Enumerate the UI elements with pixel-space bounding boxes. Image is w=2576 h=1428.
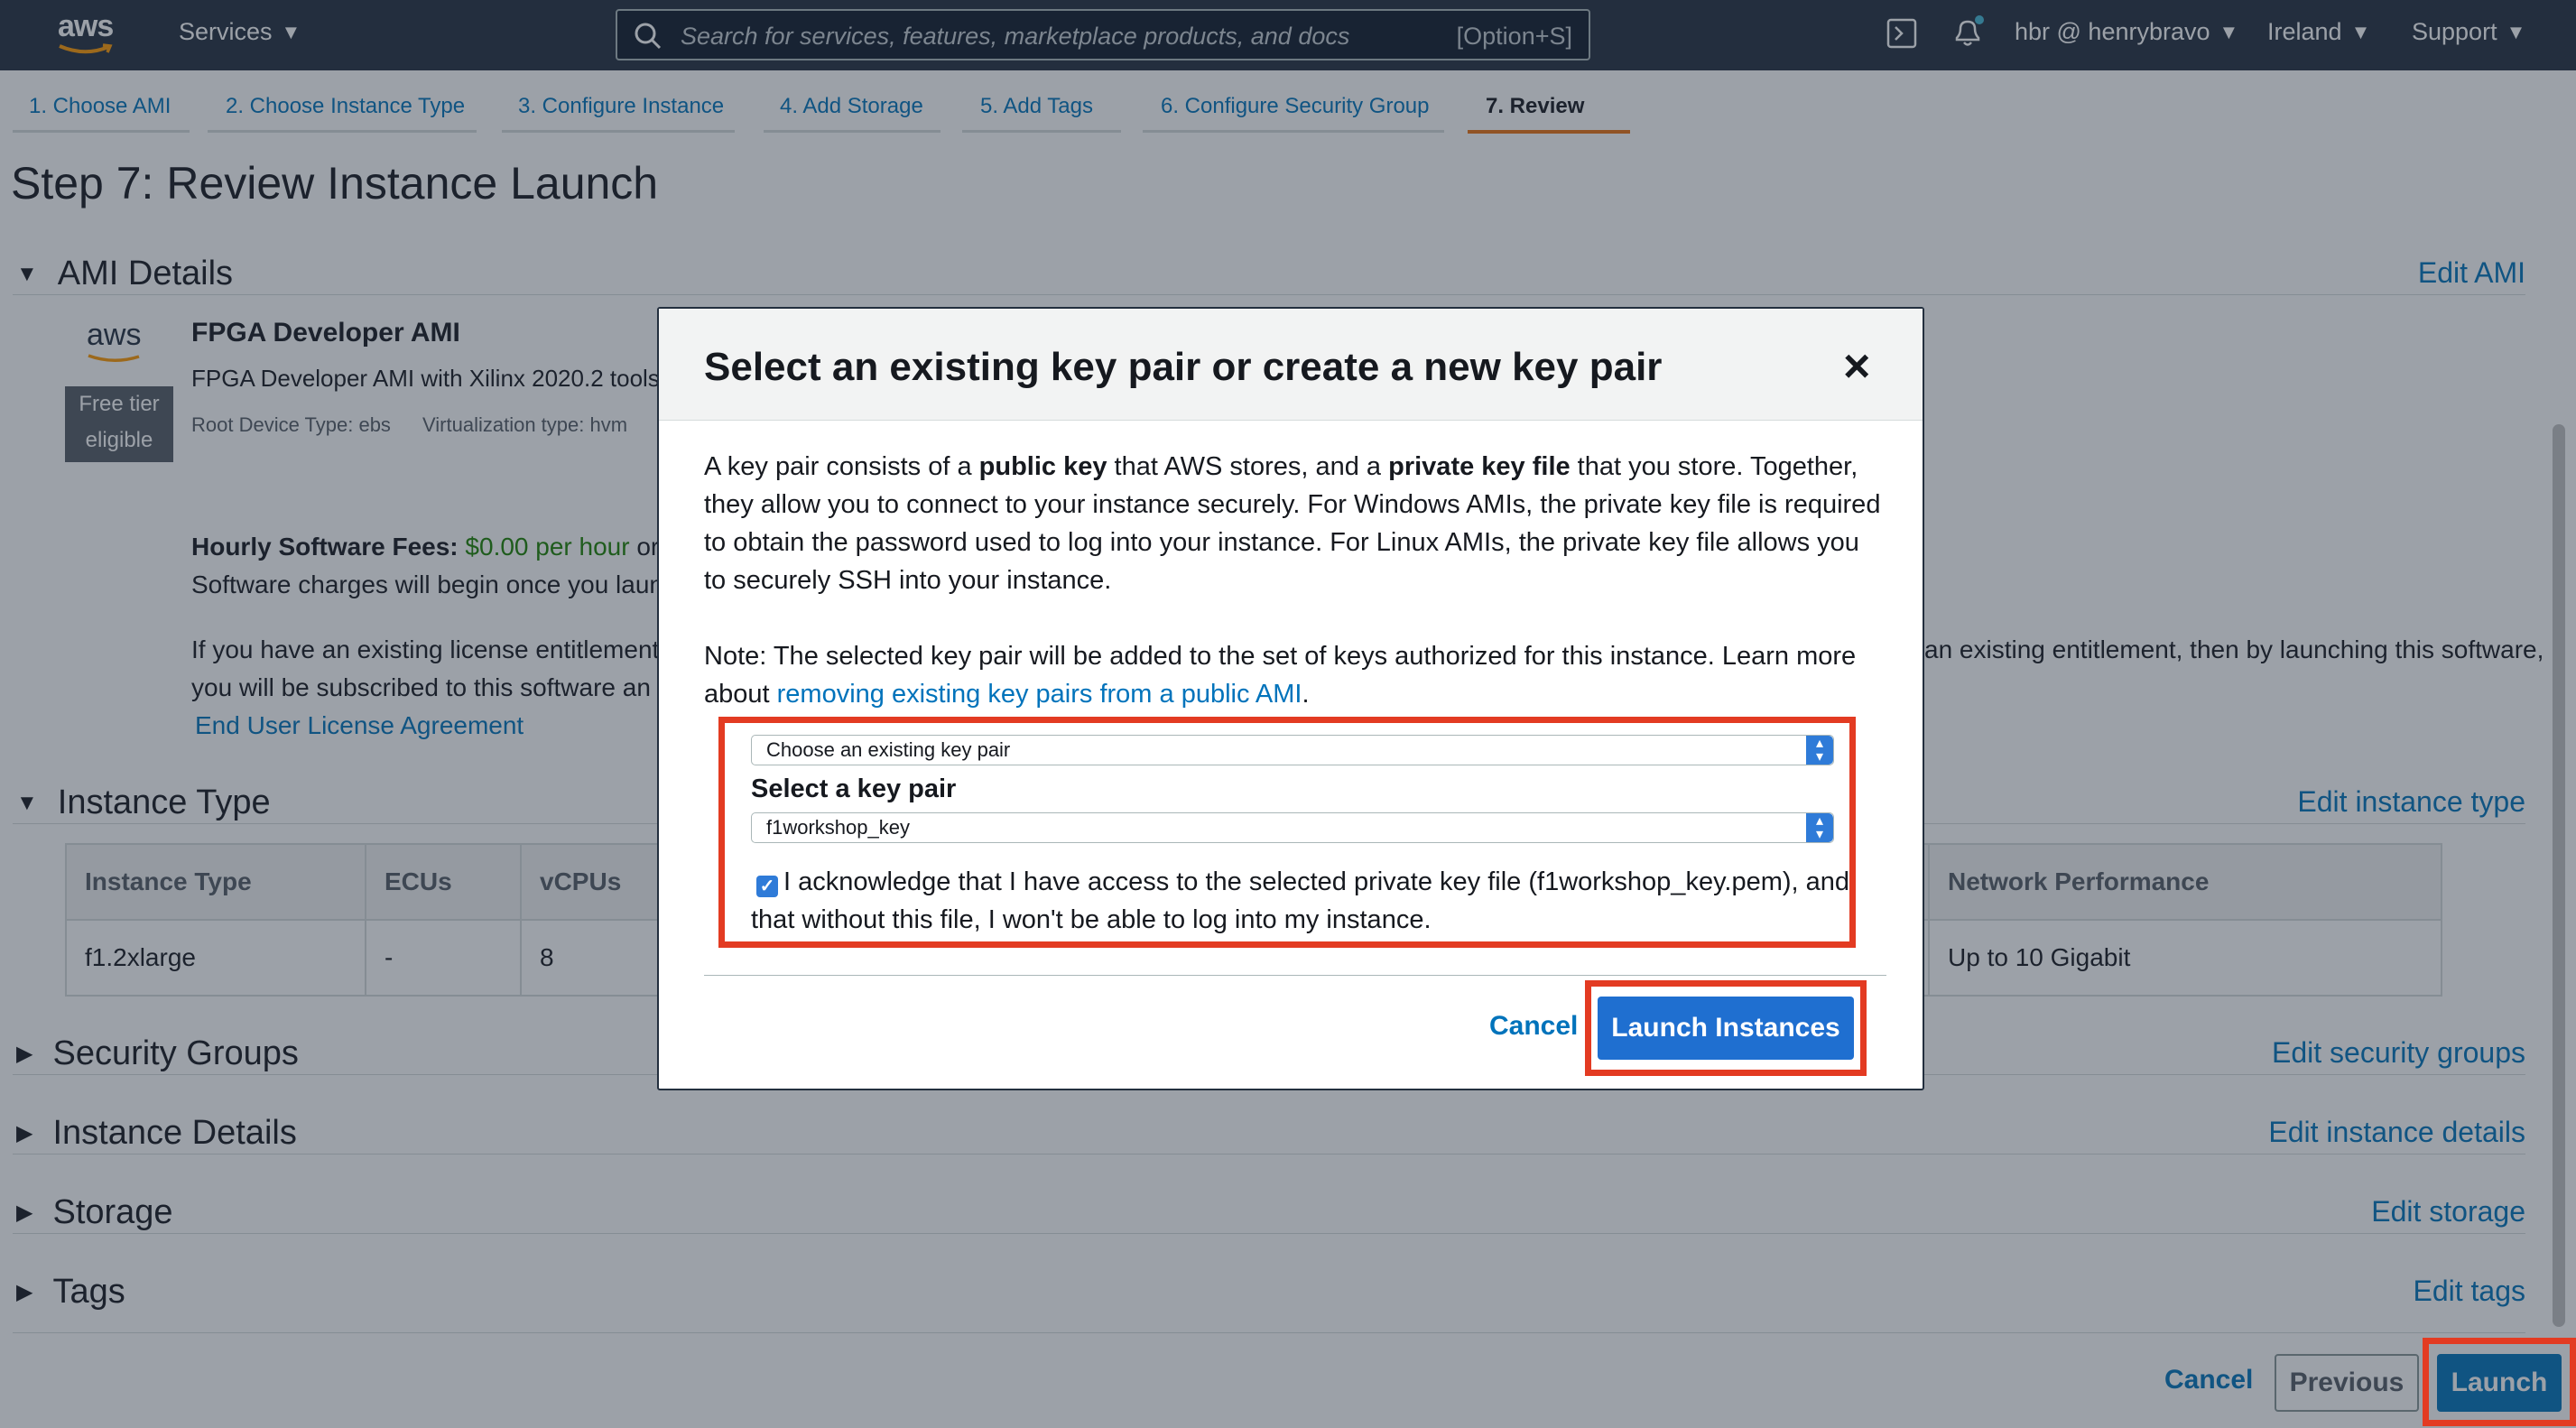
key-pair-dialog: Select an existing key pair or create a …	[657, 307, 1924, 1090]
note-text: .	[1302, 680, 1310, 709]
dialog-divider	[704, 975, 1886, 976]
highlight-key-pair-selection	[718, 717, 1856, 948]
key-pair-explanation: A key pair consists of a public key that…	[704, 448, 1886, 599]
dialog-header: Select an existing key pair or create a …	[659, 309, 1923, 421]
highlight-launch-instances-button	[1585, 980, 1867, 1076]
key-pair-note: Note: The selected key pair will be adde…	[704, 637, 1886, 713]
public-key-term: public key	[978, 452, 1107, 481]
highlight-launch-button	[2423, 1338, 2576, 1426]
dialog-cancel-button[interactable]: Cancel	[1489, 1011, 1578, 1042]
private-key-file-term: private key file	[1388, 452, 1571, 481]
close-icon[interactable]: ×	[1843, 343, 1870, 390]
dialog-title: Select an existing key pair or create a …	[704, 345, 1663, 389]
explanation-text: that AWS stores, and a	[1107, 452, 1389, 481]
explanation-text: A key pair consists of a	[704, 452, 979, 481]
remove-key-pairs-link[interactable]: removing existing key pairs from a publi…	[777, 680, 1302, 709]
